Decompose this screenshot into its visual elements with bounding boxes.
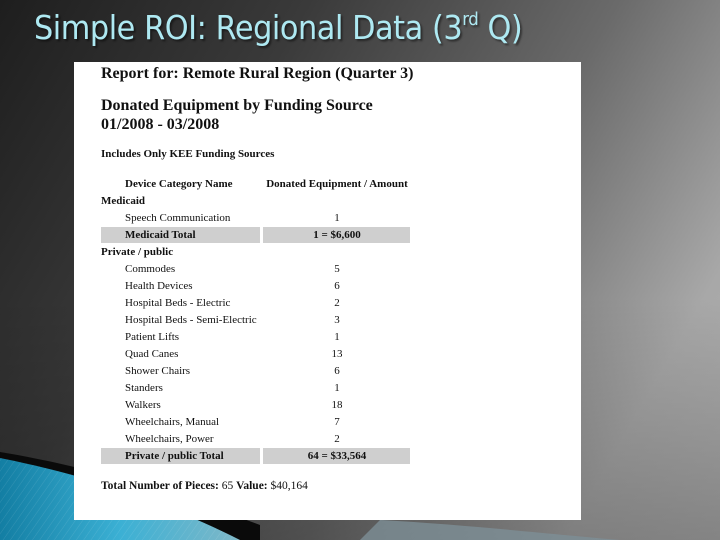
total-value: $40,164	[270, 480, 308, 492]
table-row: Health Devices 6	[125, 280, 340, 292]
report-heading: Report for: Remote Rural Region (Quarter…	[101, 65, 414, 82]
column-header-amount: Donated Equipment / Amount	[266, 178, 408, 190]
table-row: Walkers 18	[125, 399, 343, 411]
table-row: Hospital Beds - Electric 2	[125, 297, 340, 309]
report-note: Includes Only KEE Funding Sources	[101, 148, 275, 160]
report-panel: Report for: Remote Rural Region (Quarter…	[74, 62, 581, 520]
table-header: Device Category Name Donated Equipment /…	[74, 176, 581, 193]
slide-title: Simple ROI: Regional Data (3rd Q)	[34, 8, 523, 47]
medicaid-total-row: Medicaid Total 1 = $6,600	[74, 227, 581, 244]
table-row: Shower Chairs 6	[125, 365, 340, 377]
table-row: Wheelchairs, Power 2	[125, 433, 340, 445]
table-row: Patient Lifts 1	[125, 331, 340, 343]
table-row: Speech Communication 1	[125, 212, 340, 224]
report-subheading: Donated Equipment by Funding Source 01/2…	[101, 97, 373, 133]
column-header-device: Device Category Name	[125, 178, 233, 190]
grand-total: Total Number of Pieces: 65 Value: $40,16…	[101, 480, 308, 492]
table-row: Commodes 5	[125, 263, 340, 275]
table-row: Quad Canes 13	[125, 348, 343, 360]
group-header-private-public: Private / public	[101, 246, 174, 258]
table-row: Wheelchairs, Manual 7	[125, 416, 340, 428]
total-pieces: 65	[221, 480, 234, 492]
table-row: Hospital Beds - Semi-Electric 3	[125, 314, 340, 326]
table-row: Standers 1	[125, 382, 340, 394]
group-header-medicaid: Medicaid	[101, 195, 145, 207]
private-public-total-row: Private / public Total 64 = $33,564	[74, 448, 581, 465]
swoosh-grey-band	[360, 520, 620, 540]
